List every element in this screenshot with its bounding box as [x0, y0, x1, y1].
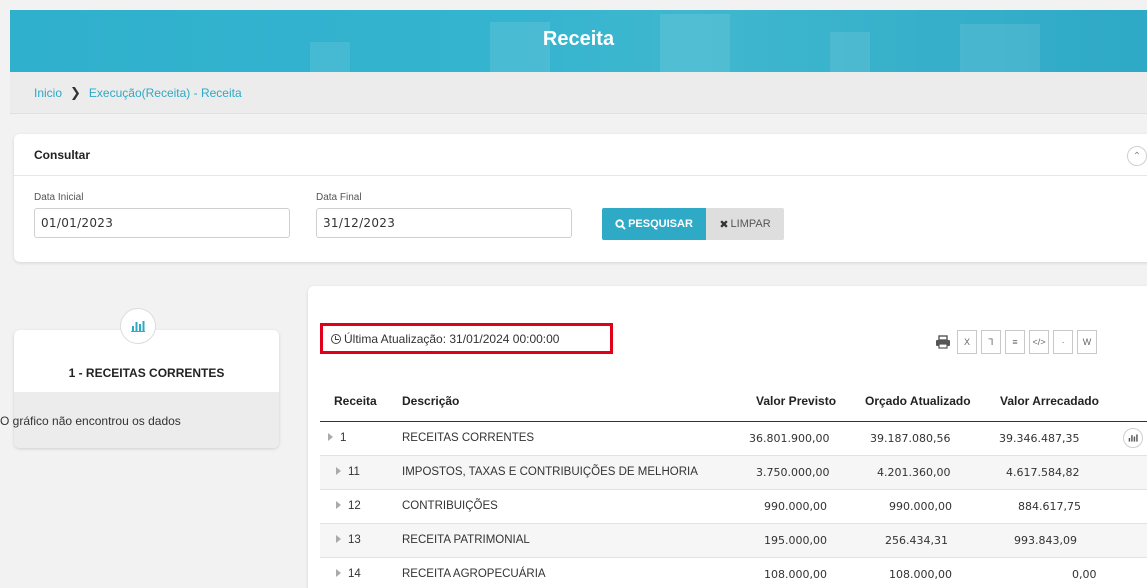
row-orcado: 39.187.080,56: [870, 432, 951, 445]
expand-icon[interactable]: [336, 501, 341, 509]
row-receita: 14: [348, 568, 361, 580]
consultar-panel: Consultar ⌃ Data Inicial 01/01/2023 Data…: [14, 134, 1147, 262]
row-orcado: 256.434,31: [885, 534, 948, 547]
printer-icon[interactable]: [933, 330, 953, 354]
page-title: Receita: [542, 28, 615, 50]
search-icon: [615, 218, 626, 230]
consultar-title: Consultar: [14, 134, 1147, 176]
row-chart-button[interactable]: [1123, 428, 1143, 448]
pesquisar-label: PESQUISAR: [628, 218, 693, 230]
collapse-button[interactable]: ⌃: [1127, 146, 1147, 166]
table-row[interactable]: 13 RECEITA PATRIMONIAL 195.000,00 256.43…: [320, 524, 1147, 558]
expand-icon[interactable]: [336, 467, 341, 475]
row-arrecadado: 39.346.487,35: [999, 432, 1080, 445]
table-header: Receita Descrição Valor Previsto Orçado …: [320, 388, 1147, 422]
row-descricao: CONTRIBUIÇÕES: [402, 500, 498, 512]
limpar-label: LIMPAR: [730, 218, 771, 230]
row-arrecadado: 884.617,75: [1018, 500, 1081, 513]
table-row[interactable]: 14 RECEITA AGROPECUÁRIA 108.000,00 108.0…: [320, 558, 1147, 588]
clock-icon: [331, 333, 341, 344]
data-inicial-input[interactable]: 01/01/2023: [34, 208, 290, 238]
expand-icon[interactable]: [336, 569, 341, 577]
breadcrumb-home-link[interactable]: Inicio: [34, 86, 62, 100]
row-arrecadado: 993.843,09: [1014, 534, 1077, 547]
expand-icon[interactable]: [336, 535, 341, 543]
col-orcado-atualizado[interactable]: Orçado Atualizado: [865, 394, 971, 408]
bar-chart-icon[interactable]: [120, 308, 156, 344]
pesquisar-button[interactable]: PESQUISAR: [602, 208, 706, 240]
row-previsto: 3.750.000,00: [756, 466, 830, 479]
data-final-input[interactable]: 31/12/2023: [316, 208, 572, 238]
row-descricao: RECEITA PATRIMONIAL: [402, 534, 530, 546]
ultima-atualizacao-text: Última Atualização: 31/01/2024 00:00:00: [344, 331, 560, 346]
row-orcado: 990.000,00: [889, 500, 952, 513]
col-valor-previsto[interactable]: Valor Previsto: [756, 394, 836, 408]
breadcrumb-current: Execução(Receita) - Receita: [88, 85, 242, 100]
table-row[interactable]: 11 IMPOSTOS, TAXAS E CONTRIBUIÇÕES DE ME…: [320, 456, 1147, 490]
row-receita: 13: [348, 534, 361, 546]
row-descricao: RECEITA AGROPECUÁRIA: [402, 568, 546, 580]
excel-icon[interactable]: X: [957, 330, 977, 354]
bar-chart-glyph: [131, 321, 145, 332]
receitas-chart-card: 1 - RECEITAS CORRENTES: [14, 330, 279, 448]
text-icon[interactable]: ≡: [1005, 330, 1025, 354]
expand-icon[interactable]: [328, 433, 333, 441]
row-orcado: 108.000,00: [889, 568, 952, 581]
chevron-up-icon: ⌃: [1132, 150, 1142, 162]
row-previsto: 990.000,00: [764, 500, 827, 513]
row-previsto: 36.801.900,00: [749, 432, 830, 445]
pdf-icon[interactable]: ⅂: [981, 330, 1001, 354]
row-previsto: 108.000,00: [764, 568, 827, 581]
chevron-right-icon: ❯: [70, 84, 81, 100]
code-icon[interactable]: </>: [1029, 330, 1049, 354]
breadcrumb: Inicio ❯ Execução(Receita) - Receita: [10, 72, 1147, 114]
row-arrecadado: 0,00: [1072, 568, 1097, 581]
row-receita: 12: [348, 500, 361, 512]
export-toolbar: X ⅂ ≡ </> ∙ W: [929, 330, 1097, 354]
data-inicial-label: Data Inicial: [34, 192, 84, 203]
word-icon[interactable]: W: [1077, 330, 1097, 354]
bar-chart-icon: [1128, 434, 1138, 442]
col-valor-arrecadado[interactable]: Valor Arrecadado: [1000, 394, 1099, 408]
header-banner: Receita: [10, 10, 1147, 72]
row-receita: 11: [348, 466, 360, 478]
col-descricao[interactable]: Descrição: [402, 394, 459, 408]
row-descricao: RECEITAS CORRENTES: [402, 432, 535, 444]
chart-empty-message: O gráfico não encontrou os dados: [0, 414, 181, 428]
data-final-label: Data Final: [316, 192, 362, 203]
limpar-button[interactable]: ✖ LIMPAR: [706, 208, 784, 240]
csv-icon[interactable]: ∙: [1053, 330, 1073, 354]
row-orcado: 4.201.360,00: [877, 466, 951, 479]
row-previsto: 195.000,00: [764, 534, 827, 547]
ultima-atualizacao: Última Atualização: 31/01/2024 00:00:00: [320, 323, 613, 354]
row-descricao: IMPOSTOS, TAXAS E CONTRIBUIÇÕES DE MELHO…: [402, 466, 698, 478]
table-row[interactable]: 12 CONTRIBUIÇÕES 990.000,00 990.000,00 8…: [320, 490, 1147, 524]
row-receita: 1: [340, 432, 347, 444]
chart-card-title: 1 - RECEITAS CORRENTES: [68, 366, 225, 380]
row-arrecadado: 4.617.584,82: [1006, 466, 1080, 479]
table-row[interactable]: 1 RECEITAS CORRENTES 36.801.900,00 39.18…: [320, 422, 1147, 456]
col-receita[interactable]: Receita: [334, 394, 377, 408]
close-icon: ✖: [719, 218, 729, 231]
